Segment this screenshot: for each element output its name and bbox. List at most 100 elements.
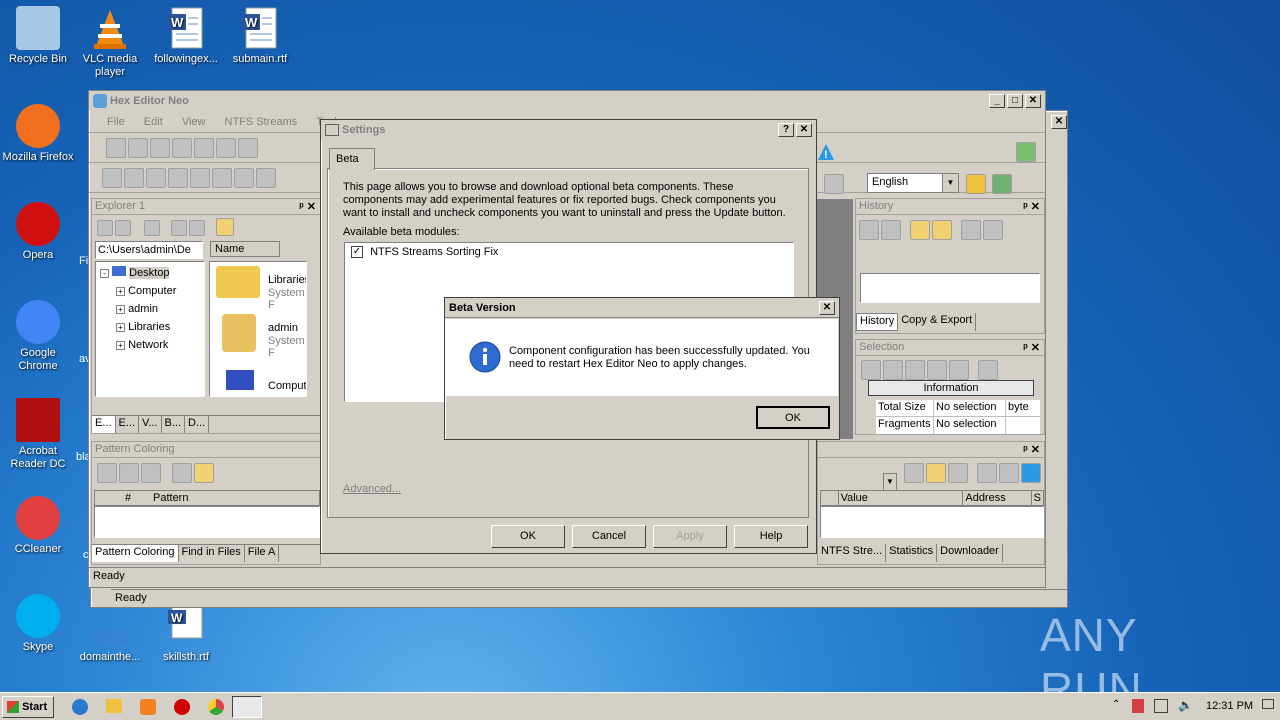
name-column-header[interactable]: Name <box>210 241 280 257</box>
folders-icon[interactable] <box>189 220 205 236</box>
selection-icon-5[interactable] <box>949 360 969 380</box>
network-icon[interactable] <box>1154 699 1168 713</box>
desktop-icon-mozilla-firefox[interactable]: Mozilla Firefox <box>0 104 76 164</box>
up-folder-icon[interactable] <box>144 220 160 236</box>
tab-ntfs-streams[interactable]: NTFS Stre... <box>818 544 887 562</box>
history-icon-5[interactable] <box>961 220 981 240</box>
tab-explorer-2[interactable]: E... <box>116 416 140 433</box>
window-icon[interactable] <box>238 138 258 158</box>
add-pattern-icon[interactable] <box>97 463 117 483</box>
volume-icon[interactable]: 🔈 <box>1178 698 1193 712</box>
minimize-button[interactable]: _ <box>989 94 1005 108</box>
info-icon[interactable]: ! <box>817 143 835 161</box>
structure-icon[interactable] <box>926 463 946 483</box>
save-as-icon[interactable] <box>172 138 192 158</box>
tab-history[interactable]: History <box>856 313 899 331</box>
forward-icon[interactable] <box>115 220 131 236</box>
undo-icon[interactable] <box>102 168 122 188</box>
desktop-icon-submain[interactable]: W submain.rtf <box>222 6 298 66</box>
list-item[interactable]: ✓ NTFS Streams Sorting Fix <box>345 243 793 261</box>
explorer-icon[interactable] <box>106 699 122 713</box>
close-button[interactable]: ✕ <box>796 123 812 137</box>
media-player-icon[interactable] <box>140 699 156 715</box>
desktop-icon-skype[interactable]: Skype <box>0 594 76 654</box>
pen-icon[interactable] <box>824 174 844 194</box>
tab-statistics[interactable]: Statistics <box>886 544 938 562</box>
chrome-icon[interactable] <box>208 699 224 715</box>
start-button[interactable]: Start <box>2 696 54 718</box>
menu-file[interactable]: File <box>107 116 125 128</box>
tab-v[interactable]: V... <box>139 416 162 433</box>
tab-beta[interactable]: Beta <box>329 148 375 170</box>
chart-icon[interactable] <box>1016 142 1036 162</box>
ie-icon[interactable] <box>72 699 88 715</box>
history-icon-1[interactable] <box>859 220 879 240</box>
tab-downloader[interactable]: Downloader <box>937 544 1003 562</box>
list-item[interactable]: admin System F <box>216 314 306 359</box>
help-icon[interactable]: ? <box>778 123 794 137</box>
hex-editor-taskbar-button[interactable] <box>232 696 262 718</box>
copy-icon[interactable] <box>168 168 188 188</box>
clock[interactable]: 12:31 PM <box>1206 700 1253 712</box>
insert-icon[interactable] <box>234 168 254 188</box>
action-center-icon[interactable] <box>1132 699 1144 713</box>
tray-arrow-icon[interactable]: ⌃ <box>1112 699 1120 710</box>
views-icon[interactable] <box>171 220 187 236</box>
tree-item-admin[interactable]: + admin <box>100 300 200 318</box>
desktop-icon-skillsth[interactable]: W skillsth.rtf <box>148 604 224 664</box>
save-all-icon[interactable] <box>194 138 214 158</box>
tree-toggle-icon[interactable] <box>216 218 234 236</box>
edit-pattern-icon[interactable] <box>119 463 139 483</box>
tree-item-network[interactable]: + Network <box>100 336 200 354</box>
ok-button[interactable]: OK <box>491 525 565 548</box>
tree-item-desktop[interactable]: - Desktop <box>100 264 200 282</box>
menu-ntfs-streams[interactable]: NTFS Streams <box>225 116 298 128</box>
tab-d[interactable]: D... <box>185 416 210 433</box>
history-icon-4[interactable] <box>932 220 952 240</box>
tab-find-in-files[interactable]: Find in Files <box>179 545 245 562</box>
desktop-icon-vlc[interactable]: VLC media player <box>72 6 148 79</box>
desktop-icon-opera[interactable]: Opera <box>0 202 76 262</box>
list-item[interactable]: Libraries System F <box>216 266 306 311</box>
tab-pattern-coloring[interactable]: Pattern Coloring <box>92 545 179 562</box>
paste-icon[interactable] <box>190 168 210 188</box>
info-panel-icon[interactable] <box>1021 463 1041 483</box>
list-item[interactable]: Compute <box>216 370 306 396</box>
history-icon-3[interactable] <box>910 220 930 240</box>
menu-edit[interactable]: Edit <box>144 116 163 128</box>
apply-button[interactable]: Apply <box>653 525 727 548</box>
selection-icon-2[interactable] <box>883 360 903 380</box>
desktop-icon-acrobat-reader-dc[interactable]: Acrobat Reader DC <box>0 398 76 471</box>
selection-icon-4[interactable] <box>927 360 947 380</box>
show-desktop-icon[interactable] <box>1262 699 1274 709</box>
opera-icon[interactable] <box>174 699 190 715</box>
fill-icon[interactable] <box>256 168 276 188</box>
tree-item-libraries[interactable]: + Libraries <box>100 318 200 336</box>
close-icon[interactable]: ᵖ ✕ <box>1023 341 1040 354</box>
new-file-icon[interactable] <box>106 138 126 158</box>
close-icon[interactable]: ᵖ ✕ <box>299 200 316 213</box>
check-icon[interactable] <box>978 360 998 380</box>
desktop-icon-recycle-bin[interactable]: Recycle Bin <box>0 6 76 66</box>
selection-icon-3[interactable] <box>905 360 925 380</box>
language-select[interactable]: English ▼ <box>867 173 959 193</box>
edit-icon[interactable] <box>146 168 166 188</box>
remove-pattern-icon[interactable] <box>141 463 161 483</box>
history-icon-2[interactable] <box>881 220 901 240</box>
close-icon[interactable]: ᵖ ✕ <box>1023 443 1040 456</box>
advanced-link[interactable]: Advanced... <box>343 483 401 495</box>
desktop-icon-followingex[interactable]: W followingex... <box>148 6 224 66</box>
add-language-icon[interactable] <box>966 174 986 194</box>
desktop-icon-domainthe[interactable]: domainthe... <box>72 604 148 664</box>
redo-icon[interactable] <box>124 168 144 188</box>
save-icon[interactable] <box>150 138 170 158</box>
help-button[interactable]: Help <box>734 525 808 548</box>
clear-pattern-icon[interactable] <box>172 463 192 483</box>
refresh-icon[interactable] <box>948 463 968 483</box>
beta-ok-button[interactable]: OK <box>756 406 830 429</box>
desktop-icon-google-chrome[interactable]: Google Chrome <box>0 300 76 373</box>
maximize-button[interactable]: □ <box>1007 94 1023 108</box>
tab-b[interactable]: B... <box>162 416 186 433</box>
cancel-button[interactable]: Cancel <box>572 525 646 548</box>
selection-icon-1[interactable] <box>861 360 881 380</box>
